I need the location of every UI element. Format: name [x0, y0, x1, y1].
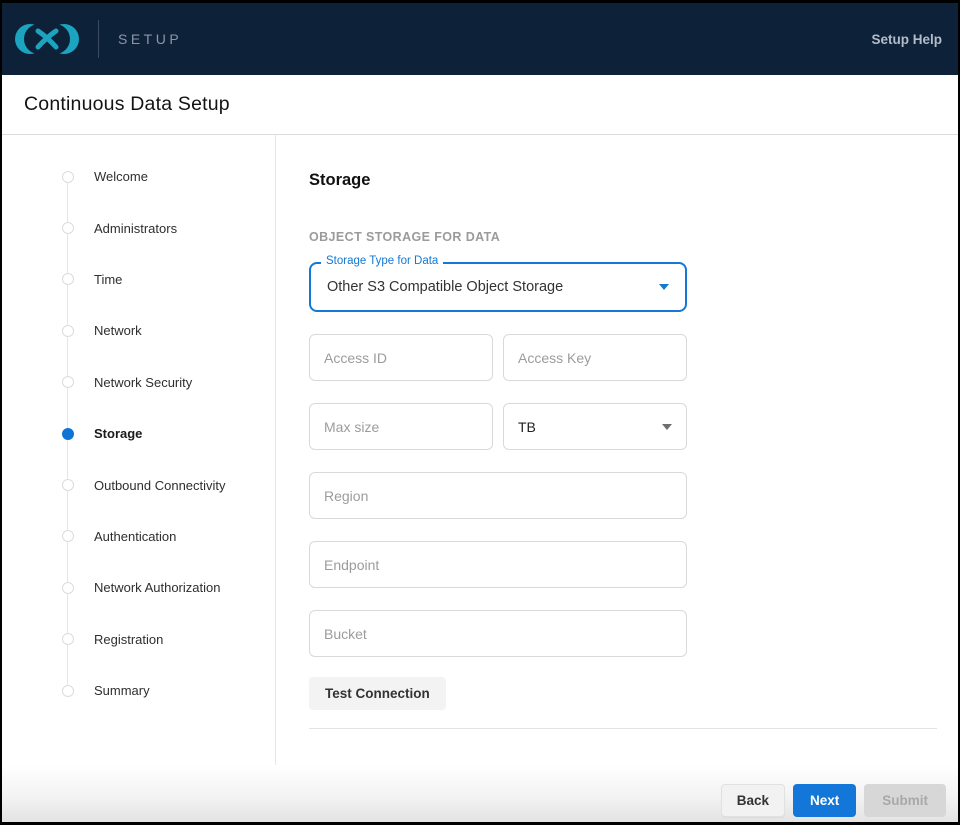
- size-row: TB: [309, 403, 687, 450]
- region-input[interactable]: [309, 472, 687, 519]
- nav-divider: [98, 20, 99, 58]
- app-name: SETUP: [118, 31, 182, 47]
- endpoint-input[interactable]: [309, 541, 687, 588]
- credentials-row: [309, 334, 687, 381]
- max-size-input[interactable]: [309, 403, 493, 450]
- storage-type-value: Other S3 Compatible Object Storage: [327, 279, 563, 295]
- bucket-input[interactable]: [309, 610, 687, 657]
- step-network-security[interactable]: Network Security: [2, 357, 275, 408]
- step-label: Network: [94, 323, 142, 338]
- step-label: Registration: [94, 632, 163, 647]
- test-connection-button[interactable]: Test Connection: [309, 677, 446, 710]
- back-button[interactable]: Back: [721, 784, 785, 817]
- storage-form: Storage OBJECT STORAGE FOR DATA Storage …: [276, 135, 958, 765]
- storage-type-select[interactable]: Storage Type for Data Other S3 Compatibl…: [309, 262, 687, 312]
- step-circle-icon: [62, 171, 74, 183]
- step-label: Summary: [94, 683, 150, 698]
- access-key-input[interactable]: [503, 334, 687, 381]
- step-circle-icon: [62, 479, 74, 491]
- step-label: Welcome: [94, 169, 148, 184]
- section-heading: Storage: [309, 171, 958, 190]
- stepper: Welcome Administrators Time Network Netw…: [2, 151, 275, 716]
- step-label: Network Authorization: [94, 580, 220, 595]
- stepper-sidebar: Welcome Administrators Time Network Netw…: [2, 135, 276, 765]
- delphix-logo: [14, 19, 80, 59]
- footer-actions: Back Next Submit: [2, 765, 958, 822]
- group-title: OBJECT STORAGE FOR DATA: [309, 230, 958, 244]
- step-circle-icon: [62, 685, 74, 697]
- step-label: Time: [94, 272, 122, 287]
- step-label: Outbound Connectivity: [94, 478, 226, 493]
- step-label: Storage: [94, 426, 142, 441]
- chevron-down-icon: [662, 424, 672, 430]
- step-registration[interactable]: Registration: [2, 614, 275, 665]
- storage-type-label: Storage Type for Data: [321, 255, 443, 267]
- content-area: Welcome Administrators Time Network Netw…: [2, 135, 958, 765]
- step-label: Authentication: [94, 529, 176, 544]
- page-title: Continuous Data Setup: [24, 93, 230, 116]
- step-administrators[interactable]: Administrators: [2, 202, 275, 253]
- step-circle-icon: [62, 273, 74, 285]
- step-circle-icon: [62, 376, 74, 388]
- top-nav: SETUP Setup Help: [2, 3, 958, 75]
- setup-window: SETUP Setup Help Continuous Data Setup W…: [0, 0, 960, 825]
- step-time[interactable]: Time: [2, 254, 275, 305]
- step-summary[interactable]: Summary: [2, 665, 275, 716]
- next-button[interactable]: Next: [793, 784, 856, 817]
- step-circle-icon: [62, 633, 74, 645]
- step-authentication[interactable]: Authentication: [2, 511, 275, 562]
- setup-help-link[interactable]: Setup Help: [871, 32, 942, 47]
- step-label: Network Security: [94, 375, 192, 390]
- step-label: Administrators: [94, 221, 177, 236]
- step-network-authorization[interactable]: Network Authorization: [2, 562, 275, 613]
- submit-button[interactable]: Submit: [864, 784, 946, 817]
- size-unit-select[interactable]: TB: [503, 403, 687, 450]
- chevron-down-icon: [659, 284, 669, 290]
- step-circle-icon: [62, 222, 74, 234]
- access-id-input[interactable]: [309, 334, 493, 381]
- step-circle-icon: [62, 325, 74, 337]
- step-welcome[interactable]: Welcome: [2, 151, 275, 202]
- step-storage[interactable]: Storage: [2, 408, 275, 459]
- step-circle-icon: [62, 582, 74, 594]
- step-network[interactable]: Network: [2, 305, 275, 356]
- title-bar: Continuous Data Setup: [2, 75, 958, 135]
- step-circle-icon: [62, 530, 74, 542]
- size-unit-value: TB: [518, 419, 536, 435]
- step-outbound-connectivity[interactable]: Outbound Connectivity: [2, 459, 275, 510]
- step-circle-active-icon: [62, 428, 74, 440]
- content-divider: [309, 728, 937, 729]
